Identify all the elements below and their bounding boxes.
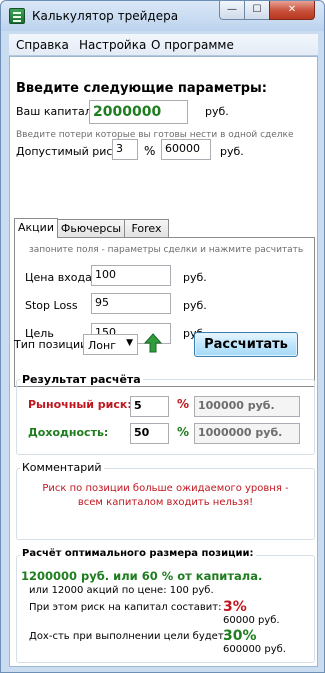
yield-amount: 1000000 руб. [194, 423, 300, 444]
risk-label: Допустимый риск [16, 145, 120, 158]
capital-input[interactable]: 2000000 [89, 100, 188, 124]
risk-percent-input[interactable]: 3 [112, 139, 138, 160]
params-heading: Введите следующие параметры: [16, 81, 267, 96]
app-window: Калькулятор трейдера — ☐ ✕ Справка Настр… [0, 0, 325, 673]
capital-unit: руб. [205, 105, 229, 118]
stop-loss-label: Stop Loss [25, 299, 78, 312]
optimal-main: 1200000 руб. или 60 % от капитала. [21, 569, 263, 583]
comment-line-1: Риск по позиции больше ожидаемого уровня… [42, 483, 289, 494]
yield-input[interactable]: 50 [130, 423, 169, 444]
chevron-down-icon: ▼ [126, 338, 133, 348]
result-title: Результат расчёта [20, 373, 143, 386]
position-type-label: Тип позиции [14, 338, 88, 351]
optimal-sub: или 12000 акций по цене: 100 руб. [29, 585, 214, 596]
optimal-risk-amount: 60000 руб. [223, 615, 280, 626]
entry-price-label: Цена входа [25, 271, 92, 284]
tab-stocks[interactable]: Акции [14, 218, 58, 238]
market-risk-input[interactable]: 5 [130, 396, 169, 417]
close-button[interactable]: ✕ [269, 1, 315, 20]
green-up-arrow-icon [143, 333, 163, 356]
calculate-button[interactable]: Рассчитать [194, 332, 298, 357]
risk-amount-input[interactable]: 60000 [161, 139, 211, 160]
tab-panel: запоните поля - параметры сделки и нажми… [14, 237, 315, 387]
position-type-value: Лонг [88, 339, 116, 352]
entry-price-input[interactable]: 100 [91, 265, 171, 286]
comment-title: Комментарий [20, 461, 104, 474]
tab-futures[interactable]: Фьючерсы [57, 219, 125, 238]
yield-percent-sign: % [177, 425, 190, 439]
tab-forex[interactable]: Forex [124, 219, 169, 238]
comment-line-2: всем капиталом входить нельзя! [77, 497, 254, 508]
menu-bar: Справка Настройка О программе [9, 34, 318, 56]
stop-loss-input[interactable]: 95 [91, 293, 171, 314]
optimal-yield-amount: 600000 руб. [223, 644, 286, 655]
entry-price-unit: руб. [183, 271, 207, 284]
menu-settings[interactable]: Настройка [79, 38, 146, 52]
yield-label: Доходность: [28, 426, 109, 439]
optimal-risk-percent: 3% [223, 599, 247, 615]
market-risk-label: Рыночный риск: [28, 398, 132, 411]
optimal-yield-label: Дох-сть при выполнении цели будет: [29, 631, 228, 642]
optimal-title: Расчёт оптимального размера позиции: [20, 548, 256, 559]
minimize-button[interactable]: — [219, 1, 245, 20]
market-risk-amount: 100000 руб. [194, 396, 300, 417]
optimal-yield-percent: 30% [223, 628, 257, 644]
optimal-risk-label: При этом риск на капитал составит: [29, 602, 222, 613]
risk-amount-unit: руб. [220, 145, 244, 158]
menu-help[interactable]: Справка [16, 38, 69, 52]
position-type-select[interactable]: Лонг ▼ [83, 334, 138, 355]
stop-loss-unit: руб. [183, 299, 207, 312]
risk-percent-sign: % [144, 144, 156, 158]
calculator-icon [9, 8, 25, 24]
risk-hint: Введите потери которые вы готовы нести в… [16, 130, 294, 140]
market-risk-percent-sign: % [177, 397, 190, 411]
window-title: Калькулятор трейдера [32, 9, 179, 23]
menu-about[interactable]: О программе [151, 38, 234, 52]
title-bar[interactable]: Калькулятор трейдера — ☐ ✕ [1, 1, 324, 31]
maximize-button[interactable]: ☐ [244, 1, 270, 20]
tab-hint: запоните поля - параметры сделки и нажми… [29, 245, 304, 255]
main-panel: Введите следующие параметры: Ваш капитал… [9, 56, 318, 667]
capital-label: Ваш капитал [16, 105, 92, 118]
